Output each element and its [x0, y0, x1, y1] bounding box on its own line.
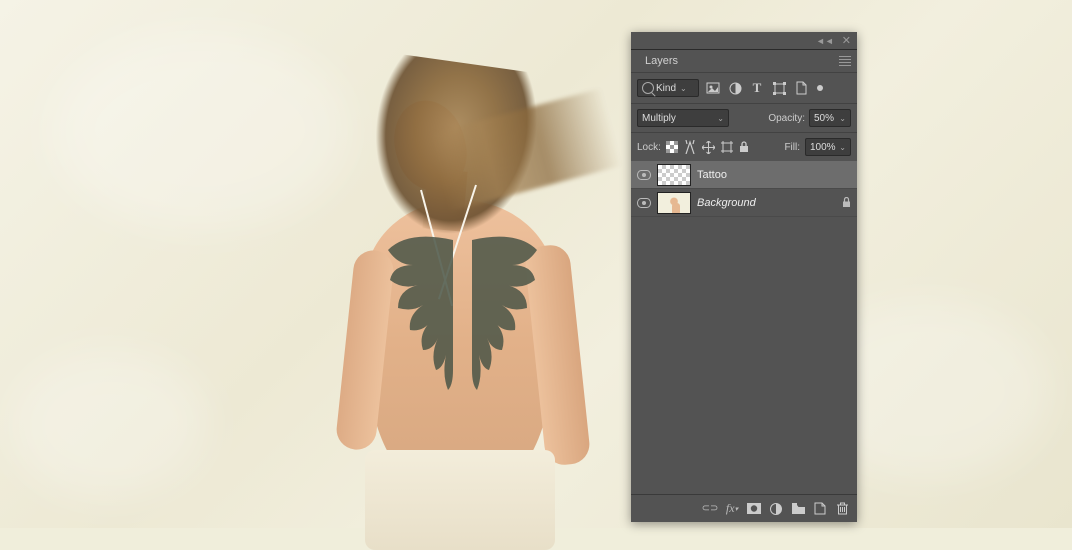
chevron-down-icon: ⌄ [839, 114, 846, 123]
blend-row: Multiply ⌄ Opacity: 50% ⌄ [631, 103, 857, 132]
cloud [10, 350, 210, 500]
layer-mask-icon[interactable] [747, 502, 761, 516]
lock-row: Lock: Fill: 100% ⌄ [631, 132, 857, 161]
layer-name: Tattoo [697, 169, 727, 181]
layer-thumbnail[interactable] [657, 164, 691, 186]
chevron-down-icon: ⌄ [839, 143, 846, 152]
blend-mode-value: Multiply [642, 113, 676, 124]
lock-image-icon[interactable] [684, 140, 696, 154]
panel-bottom-bar: ⊂⊃ fx▾ [631, 494, 857, 522]
panel-controls: ◄◄ ✕ [631, 32, 857, 50]
layer-thumbnail[interactable] [657, 192, 691, 214]
fill-input[interactable]: 100% ⌄ [805, 138, 851, 156]
fill-value: 100% [810, 142, 836, 153]
collapse-icon[interactable]: ◄◄ [816, 36, 834, 46]
filter-label: Kind [656, 83, 676, 94]
layer-tattoo[interactable]: Tattoo [631, 161, 857, 189]
visibility-toggle[interactable] [637, 170, 651, 180]
layer-name: Background [697, 197, 756, 209]
lock-icons [666, 140, 749, 154]
opacity-label: Opacity: [768, 113, 805, 124]
new-layer-icon[interactable] [813, 502, 827, 516]
lock-all-icon[interactable] [739, 141, 749, 153]
filter-pixel-icon[interactable] [705, 80, 721, 96]
filter-shape-icon[interactable] [771, 80, 787, 96]
filter-adjustment-icon[interactable] [727, 80, 743, 96]
visibility-toggle[interactable] [637, 198, 651, 208]
opacity-value: 50% [814, 113, 834, 124]
close-icon[interactable]: ✕ [842, 34, 851, 47]
link-layers-icon[interactable]: ⊂⊃ [703, 502, 717, 516]
delete-layer-icon[interactable] [835, 502, 849, 516]
filter-toggle[interactable] [817, 85, 823, 91]
panel-menu-icon[interactable] [839, 56, 851, 66]
canvas-figure [335, 70, 595, 528]
lock-position-icon[interactable] [702, 141, 715, 154]
filter-kind-select[interactable]: Kind ⌄ [637, 79, 699, 97]
fill-label: Fill: [784, 142, 800, 153]
group-icon[interactable] [791, 502, 805, 516]
chevron-down-icon: ⌄ [717, 114, 724, 123]
tab-layers[interactable]: Layers [637, 51, 686, 71]
lock-artboard-icon[interactable] [721, 141, 733, 153]
opacity-input[interactable]: 50% ⌄ [809, 109, 851, 127]
search-icon [642, 82, 654, 94]
lock-transparency-icon[interactable] [666, 141, 678, 153]
filter-row: Kind ⌄ T [631, 72, 857, 103]
chevron-down-icon: ⌄ [680, 84, 687, 93]
cloud [50, 30, 350, 230]
lock-icon[interactable] [842, 197, 851, 208]
adjustment-layer-icon[interactable] [769, 502, 783, 516]
blend-mode-select[interactable]: Multiply ⌄ [637, 109, 729, 127]
lock-label: Lock: [637, 142, 661, 153]
layer-background[interactable]: Background [631, 189, 857, 217]
figure-cloth [365, 450, 555, 550]
panel-tabs: Layers [631, 50, 857, 72]
layers-list: Tattoo Background [631, 161, 857, 494]
tattoo-wing-right [457, 230, 542, 400]
layers-panel: ◄◄ ✕ Layers Kind ⌄ T Multiply ⌄ Opacity:… [631, 32, 857, 522]
filter-smart-icon[interactable] [793, 80, 809, 96]
tattoo-wing-left [383, 230, 468, 400]
filter-type-icon[interactable]: T [749, 80, 765, 96]
layer-style-icon[interactable]: fx▾ [725, 502, 739, 516]
